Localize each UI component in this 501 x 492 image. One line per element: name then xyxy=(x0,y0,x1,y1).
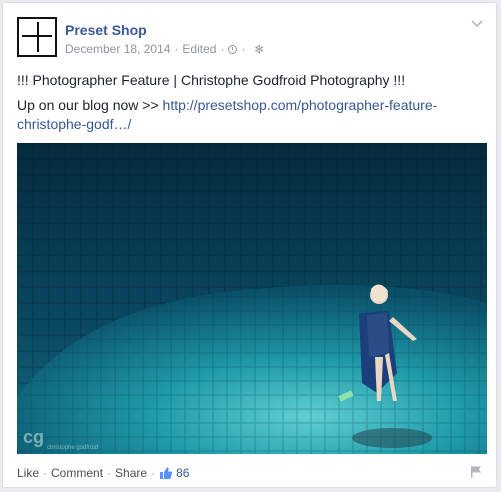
comment-button[interactable]: Comment xyxy=(51,466,103,480)
like-count-link[interactable]: 86 xyxy=(159,466,189,480)
post-body: Up on our blog now >> http://presetshop.… xyxy=(17,96,487,134)
page-avatar[interactable] xyxy=(17,17,57,57)
actions-separator: · xyxy=(43,466,48,480)
meta-separator: · xyxy=(220,42,225,56)
meta-separator: · xyxy=(241,42,246,56)
chevron-down-icon[interactable] xyxy=(470,17,484,31)
share-button[interactable]: Share xyxy=(115,466,147,480)
meta-separator: · xyxy=(174,42,179,56)
actions-separator: · xyxy=(151,466,156,480)
avatar-logo-vertical xyxy=(37,22,39,52)
post-photo[interactable]: cg christophe godfroid xyxy=(17,143,487,454)
post-body-prefix: Up on our blog now >> xyxy=(17,97,163,113)
page-name-link[interactable]: Preset Shop xyxy=(65,22,147,38)
edited-label[interactable]: Edited xyxy=(182,42,216,56)
floor-drain xyxy=(352,428,432,448)
thumbs-up-icon xyxy=(160,467,173,479)
post-headline: !!! Photographer Feature | Christophe Go… xyxy=(17,72,406,88)
like-button[interactable]: Like xyxy=(17,466,39,480)
gear-icon[interactable]: ✻ xyxy=(254,43,263,56)
actions-separator: · xyxy=(107,466,112,480)
photo-watermark-caption: christophe godfroid xyxy=(47,445,98,451)
photo-watermark: cg xyxy=(23,427,44,447)
post-date[interactable]: December 18, 2014 xyxy=(65,42,170,56)
avatar-logo-horizontal xyxy=(22,35,52,37)
post-meta: December 18, 2014 · Edited · · ✻ xyxy=(65,42,264,56)
post-actions: Like · Comment · Share · 86 xyxy=(17,464,487,482)
clock-icon[interactable] xyxy=(228,44,238,54)
like-count: 86 xyxy=(176,466,190,480)
post-card: Preset Shop December 18, 2014 · Edited ·… xyxy=(2,2,497,488)
flag-icon[interactable] xyxy=(469,465,483,479)
